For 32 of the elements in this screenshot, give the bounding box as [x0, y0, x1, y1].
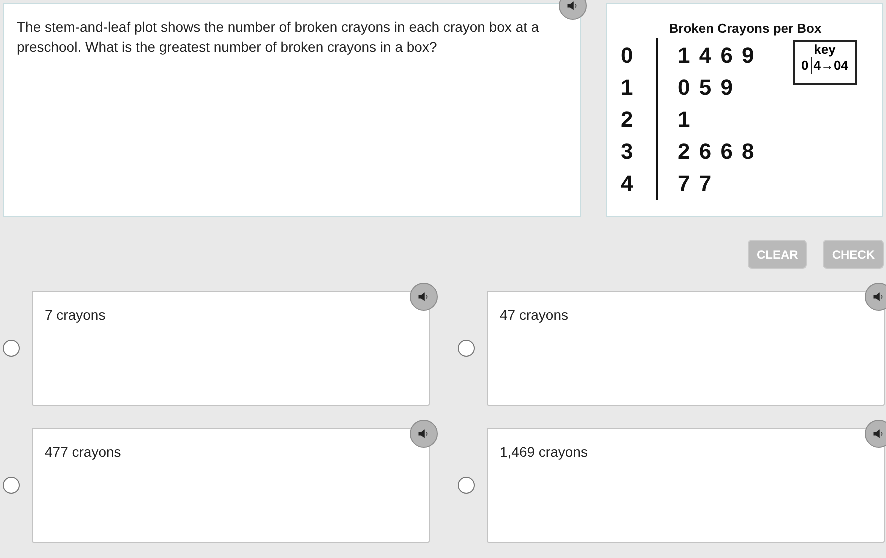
answer-card[interactable]: 1,469 crayons: [487, 428, 885, 543]
leaf-values: 0 5 9: [678, 74, 734, 102]
answer-card[interactable]: 7 crayons: [32, 291, 430, 406]
radio-button[interactable]: [458, 477, 475, 494]
answer-text: 1,469 crayons: [500, 444, 588, 460]
stem-value: 2: [621, 106, 634, 134]
stem-value: 4: [621, 170, 634, 198]
speaker-button[interactable]: [410, 283, 438, 311]
answer-text: 477 crayons: [45, 444, 122, 460]
leaf-values: 1: [678, 106, 692, 134]
answer-text: 7 crayons: [45, 307, 106, 323]
plot-title: Broken Crayons per Box: [668, 21, 823, 36]
leaf-values: 1 4 6 9: [678, 42, 754, 70]
stem-value: 3: [621, 138, 634, 166]
answer-card[interactable]: 47 crayons: [487, 291, 885, 406]
radio-button[interactable]: [3, 477, 20, 494]
radio-button[interactable]: [458, 340, 475, 357]
key-leaf: 4→04: [812, 57, 848, 74]
key-title: key: [813, 42, 837, 57]
leaf-values: 2 6 6 8: [678, 138, 754, 166]
radio-button[interactable]: [3, 340, 20, 357]
leaf-values: 7 7: [678, 170, 713, 198]
key-stem: 0: [802, 57, 812, 74]
answer-text: 47 crayons: [500, 307, 568, 323]
answer-card[interactable]: 477 crayons: [32, 428, 430, 543]
speaker-button[interactable]: [410, 420, 438, 448]
question-text: The stem-and-leaf plot shows the number of broken crayons in each crayon box at a preschool. What is the greatest number of broken crayons in a box?: [17, 18, 540, 57]
speaker-button[interactable]: [865, 283, 886, 311]
speaker-button[interactable]: [559, 0, 587, 20]
stem-value: 1: [621, 74, 634, 102]
stem-value: 0: [621, 42, 634, 70]
speaker-button[interactable]: [865, 420, 886, 448]
